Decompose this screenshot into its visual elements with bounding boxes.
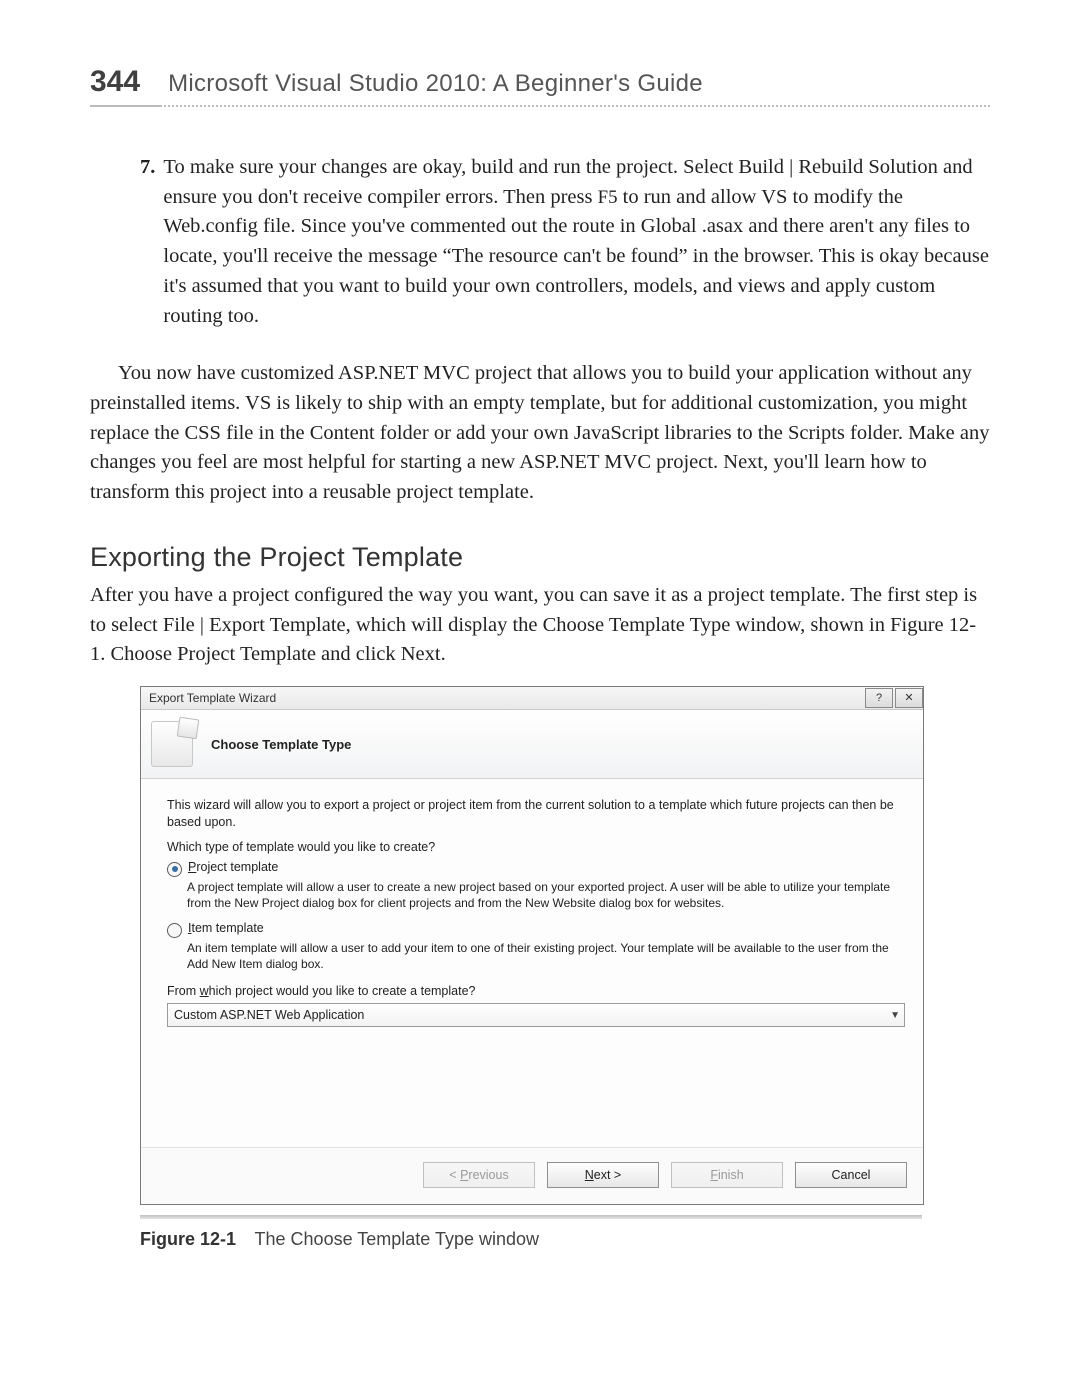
- template-icon: [151, 721, 193, 767]
- wizard-banner: Choose Template Type: [141, 710, 923, 779]
- previous-button: < Previous: [423, 1162, 535, 1188]
- help-button[interactable]: ?: [865, 688, 893, 708]
- wizard-question: Which type of template would you like to…: [167, 839, 905, 856]
- wizard-window-title: Export Template Wizard: [149, 691, 276, 705]
- close-icon: ✕: [904, 693, 913, 704]
- wizard-button-row: < Previous Next > Finish Cancel: [141, 1147, 923, 1204]
- export-template-wizard: Export Template Wizard ? ✕ Choose Templa…: [140, 686, 924, 1205]
- figure-caption-text: The Choose Template Type window: [255, 1229, 540, 1249]
- help-icon: ?: [876, 693, 882, 704]
- figure-caption: Figure 12-1 The Choose Template Type win…: [140, 1229, 990, 1250]
- page-number: 344: [90, 65, 140, 99]
- radio-unselected-icon: [167, 923, 182, 938]
- chevron-down-icon: ▼: [890, 1010, 900, 1021]
- option-item-template[interactable]: Item template: [167, 921, 905, 938]
- figure-rule: [140, 1215, 922, 1219]
- option-project-template[interactable]: Project template: [167, 860, 905, 877]
- radio-selected-icon: [167, 862, 182, 877]
- project-dropdown[interactable]: Custom ASP.NET Web Application ▼: [167, 1003, 905, 1027]
- figure-number: Figure 12-1: [140, 1229, 236, 1249]
- option-project-template-desc: A project template will allow a user to …: [187, 879, 905, 911]
- wizard-banner-title: Choose Template Type: [211, 737, 351, 752]
- section-heading-exporting: Exporting the Project Template: [90, 538, 990, 577]
- step-7-text: To make sure your changes are okay, buil…: [163, 153, 990, 331]
- option-item-template-desc: An item template will allow a user to ad…: [187, 940, 905, 972]
- paragraph-exporting: After you have a project configured the …: [90, 581, 990, 670]
- step-number: 7.: [140, 153, 155, 331]
- next-button[interactable]: Next >: [547, 1162, 659, 1188]
- close-button[interactable]: ✕: [895, 688, 923, 708]
- keycap-f5: F5: [598, 187, 618, 208]
- header-rule: [90, 105, 990, 107]
- wizard-titlebar: Export Template Wizard ? ✕: [141, 687, 923, 710]
- from-which-label: From which project would you like to cre…: [167, 983, 905, 1000]
- paragraph-summary: You now have customized ASP.NET MVC proj…: [90, 359, 990, 508]
- project-dropdown-value: Custom ASP.NET Web Application: [174, 1008, 364, 1022]
- book-title: Microsoft Visual Studio 2010: A Beginner…: [168, 70, 703, 98]
- finish-button: Finish: [671, 1162, 783, 1188]
- cancel-button[interactable]: Cancel: [795, 1162, 907, 1188]
- wizard-intro-text: This wizard will allow you to export a p…: [167, 797, 905, 831]
